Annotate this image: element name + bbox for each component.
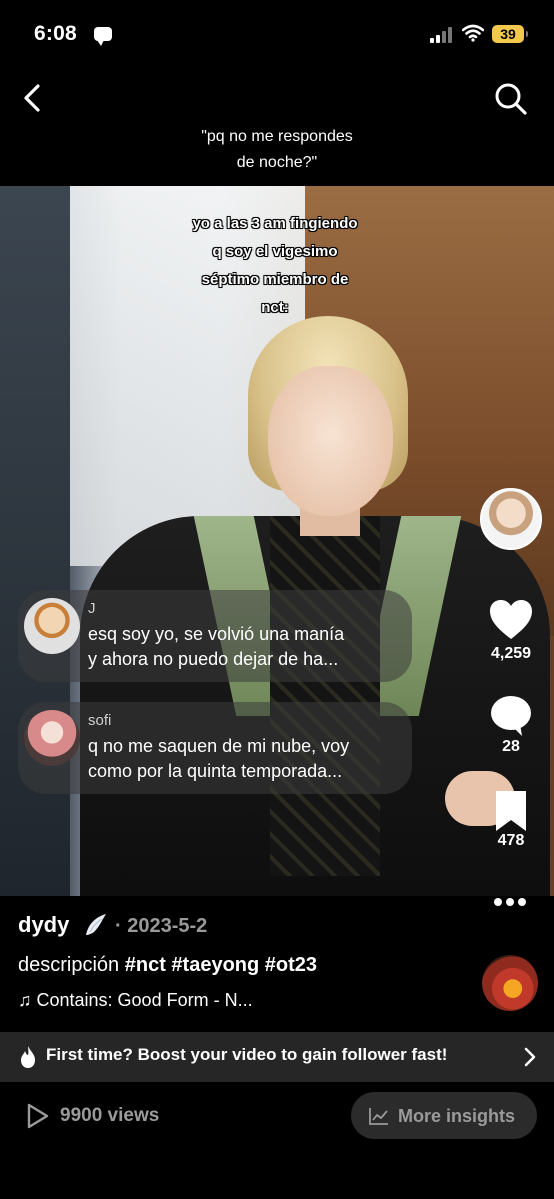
comment-icon[interactable] (488, 694, 534, 738)
back-arrow-icon[interactable] (18, 82, 48, 114)
comment-bubble[interactable]: J esq soy yo, se volvió una manía y ahor… (18, 590, 412, 682)
overlay-line: yo a las 3 am fingiendo (192, 215, 358, 232)
music-disc-icon[interactable] (482, 955, 538, 1011)
username[interactable]: dydy (18, 912, 69, 938)
commenter-avatar (24, 710, 80, 766)
overlay-line: nct: (261, 299, 289, 316)
commenter-avatar (24, 598, 80, 654)
hashtags[interactable]: #nct #taeyong #ot23 (125, 954, 317, 976)
video-overlay-text: yo a las 3 am fingiendo q soy el vigesim… (150, 210, 400, 322)
video-person-shirt (270, 516, 380, 876)
comment-text-line: como por la quinta temporada... (88, 761, 343, 781)
search-icon[interactable] (492, 80, 528, 116)
boost-banner-text: First time? Boost your video to gain fol… (46, 1045, 448, 1064)
creator-avatar[interactable] (480, 488, 542, 550)
video-person-face (268, 366, 393, 516)
overlay-line: q soy el vigesimo (212, 243, 338, 260)
overlay-line: séptimo miembro de (201, 271, 349, 288)
video-top-caption: "pq no me respondes de noche?" (0, 124, 554, 176)
play-views-icon (27, 1103, 49, 1129)
more-insights-label: More insights (398, 1106, 516, 1126)
post-date: · 2023-5-2 (115, 915, 208, 937)
status-time: 6:08 (34, 22, 77, 45)
cellular-signal-icon (430, 27, 454, 43)
comment-text-line: esq soy yo, se volvió una manía (88, 624, 345, 644)
flame-icon (21, 1046, 35, 1068)
comment-text-line: q no me saquen de mi nube, voy (88, 736, 350, 756)
chevron-right-icon[interactable] (522, 1047, 538, 1067)
wifi-icon (462, 24, 484, 42)
comment-text-line: y ahora no puedo dejar de ha... (88, 649, 339, 669)
description-text: descripción (18, 954, 120, 976)
message-notification-icon (94, 27, 112, 46)
like-count: 4,259 (490, 645, 532, 662)
angel-wing-emoji-icon (86, 914, 106, 935)
more-options-icon[interactable] (490, 893, 530, 911)
heart-icon[interactable] (488, 598, 534, 642)
caption-line: de noche?" (236, 154, 318, 171)
battery-indicator: 39 (492, 25, 524, 43)
caption-line: "pq no me respondes (201, 128, 353, 145)
commenter-name: sofi (88, 712, 112, 729)
commenter-name: J (88, 600, 96, 617)
music-info[interactable]: ♫ Contains: Good Form - N... (18, 990, 253, 1011)
chart-trend-icon (369, 1108, 388, 1125)
battery-tip (526, 31, 528, 37)
comment-count: 28 (502, 738, 520, 755)
save-count: 478 (497, 832, 525, 849)
comment-bubble[interactable]: sofi q no me saquen de mi nube, voy como… (18, 702, 412, 794)
bookmark-icon[interactable] (488, 789, 534, 833)
post-description: descripción #nct #taeyong #ot23 (18, 954, 317, 977)
view-count: 9900 views (60, 1105, 160, 1126)
